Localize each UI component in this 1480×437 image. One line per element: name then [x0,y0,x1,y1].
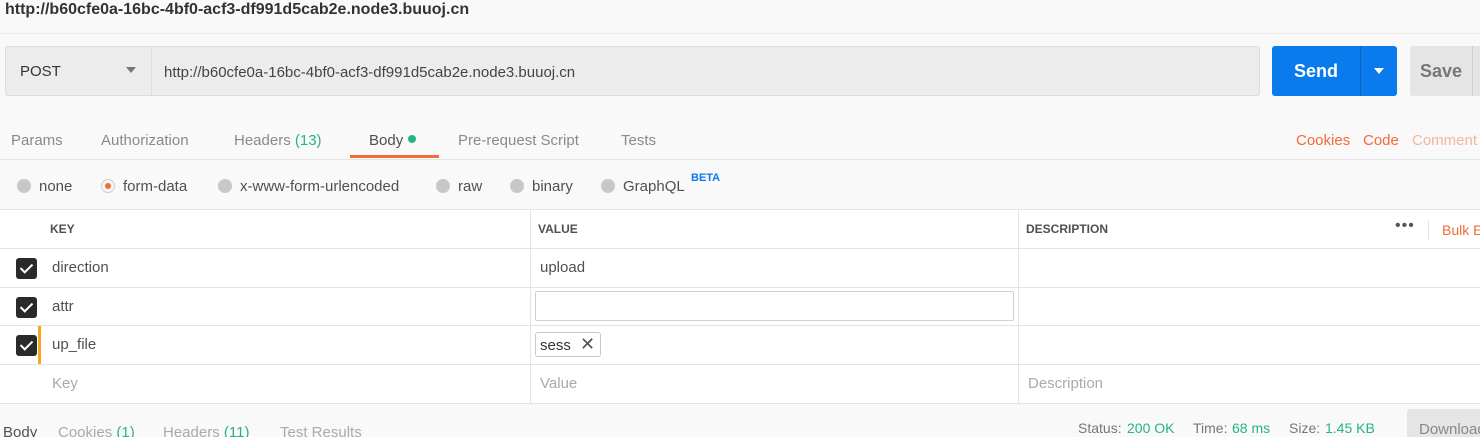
radio-circle-icon [510,179,524,193]
time-value: 68 ms [1232,420,1270,436]
beta-badge: BETA [691,172,721,184]
radio-form-data-label: form-data [123,178,188,195]
url-bar[interactable] [151,46,1260,96]
table-header-row: KEY VALUE DESCRIPTION ••• Bulk Edit [0,210,1480,249]
tab-headers[interactable]: Headers (13) [234,132,322,149]
radio-none-label: none [39,178,73,195]
download-button[interactable]: Download [1407,409,1480,437]
tab-headers-count: (13) [294,132,322,149]
body-indicator-dot [408,135,417,143]
window-titlebar: http://b60cfe0a-16bc-4bf0-acf3-df991d5ca… [0,0,1480,34]
code-link[interactable]: Code [1363,132,1399,149]
tab-headers-label: Headers [234,132,291,149]
checkbox-checked-icon[interactable] [16,335,37,356]
checkbox-checked-icon[interactable] [16,258,37,279]
send-button[interactable]: Send [1272,46,1360,96]
radio-circle-icon [17,179,31,193]
time-value-text: 68 ms [1232,420,1271,436]
divider [1428,220,1429,240]
row-value-input[interactable] [535,291,1014,321]
response-tab-body[interactable]: Body [3,424,37,437]
method-label: POST [20,63,61,80]
time-label: Time: [1193,420,1228,436]
size-value-text: 1.45 KB [1325,420,1375,436]
file-name: sess [540,337,571,354]
status-label: Status: [1078,420,1122,436]
response-bar: Body Cookies (1) Headers (11) Test Resul… [0,403,1480,437]
response-tab-test-results[interactable]: Test Results [280,424,362,437]
file-chip[interactable]: sess ✕ [535,332,601,357]
description-placeholder[interactable]: Description [1028,375,1103,392]
url-input[interactable] [164,61,1244,83]
radio-circle-icon [601,179,615,193]
response-cookies-count: (1) [116,424,135,437]
table-row-new: Key Value Description [0,365,1480,403]
request-tabs: Params Authorization Headers (13) Body P… [0,112,1480,160]
tab-params[interactable]: Params [11,132,63,149]
chevron-down-icon [126,67,136,73]
form-data-table: KEY VALUE DESCRIPTION ••• Bulk Edit dire… [0,210,1480,403]
key-placeholder[interactable]: Key [52,375,78,392]
response-headers-count: (11) [223,424,250,437]
size-value: 1.45 KB [1325,420,1375,436]
save-dropdown-button[interactable] [1472,46,1480,96]
comments-link[interactable]: Comment [1412,132,1477,149]
chevron-down-icon [1374,68,1384,74]
window-title: http://b60cfe0a-16bc-4bf0-acf3-df991d5ca… [5,1,470,18]
table-row: attr [0,288,1480,326]
row-key[interactable]: direction [52,259,109,276]
row-focus-marker [38,326,41,364]
radio-graphql-label: GraphQL [623,178,685,195]
bulk-edit-link[interactable]: Bulk Edit [1442,222,1480,238]
checkbox-checked-icon[interactable] [16,297,37,318]
header-description: DESCRIPTION [1026,222,1109,236]
tab-prerequest-script[interactable]: Pre-request Script [458,132,579,149]
row-key[interactable]: up_file [52,336,96,353]
table-row: up_file sess ✕ [0,326,1480,365]
response-tab-headers[interactable]: Headers (11) [163,424,249,437]
radio-selected-icon [101,179,115,193]
save-button[interactable]: Save [1410,46,1472,96]
response-tab-headers-label: Headers [163,424,220,437]
active-tab-underline [350,155,439,158]
size-label: Size: [1289,420,1321,436]
status-value-text: 200 OK [1127,420,1175,436]
cookies-link[interactable]: Cookies [1296,132,1350,149]
radio-circle-icon [218,179,232,193]
radio-raw-label: raw [458,178,483,195]
tab-authorization[interactable]: Authorization [101,132,189,149]
radio-binary-label: binary [532,178,573,195]
radio-urlencoded-label: x-www-form-urlencoded [240,178,400,195]
more-options-icon[interactable]: ••• [1395,217,1415,235]
method-select[interactable]: POST [5,46,151,96]
radio-circle-icon [436,179,450,193]
row-value[interactable]: upload [540,259,585,276]
table-row: direction upload [0,249,1480,288]
tab-tests[interactable]: Tests [621,132,656,149]
value-placeholder[interactable]: Value [540,375,577,392]
tab-body-label: Body [369,132,404,149]
header-value: VALUE [538,222,578,236]
body-type-selector: none form-data x-www-form-urlencoded raw… [0,162,1480,210]
status-value: 200 OK [1127,420,1174,436]
response-tab-cookies[interactable]: Cookies (1) [58,424,135,437]
send-dropdown-button[interactable] [1360,46,1397,96]
header-key: KEY [50,222,75,236]
tab-body[interactable]: Body [369,132,417,149]
response-tab-cookies-label: Cookies [58,424,113,437]
row-key[interactable]: attr [52,298,74,315]
close-icon[interactable]: ✕ [580,334,595,355]
